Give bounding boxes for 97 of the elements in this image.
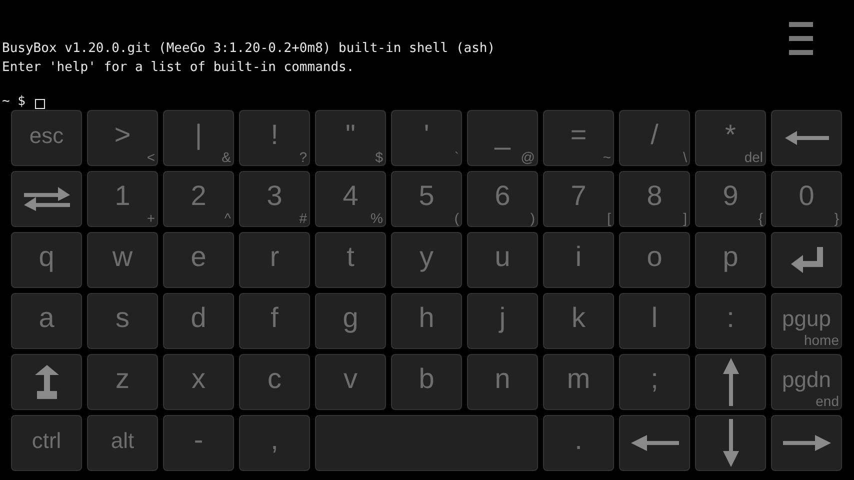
secondary-label: %	[370, 211, 383, 225]
key[interactable]: 0 }	[771, 171, 842, 227]
cursor-icon	[35, 98, 46, 108]
secondary-label: {	[758, 211, 763, 225]
key[interactable]: k	[543, 293, 614, 349]
key[interactable]: " $	[315, 110, 386, 166]
backspace-key[interactable]	[771, 110, 842, 166]
key[interactable]: _ @	[467, 110, 538, 166]
backspace-icon	[784, 131, 828, 145]
secondary-label: )	[530, 211, 535, 225]
key[interactable]: d	[163, 293, 234, 349]
secondary-label: [	[607, 211, 611, 225]
secondary-label: <	[146, 150, 155, 164]
key[interactable]: ;	[619, 354, 690, 410]
key[interactable]: i	[543, 232, 614, 288]
secondary-label: ~	[602, 150, 611, 164]
secondary-label: #	[299, 211, 307, 225]
key[interactable]: j	[467, 293, 538, 349]
key[interactable]: 2 ^	[163, 171, 234, 227]
key[interactable]: u	[467, 232, 538, 288]
enter-key[interactable]	[771, 232, 842, 288]
key[interactable]: b	[391, 354, 462, 410]
key[interactable]: x	[163, 354, 234, 410]
key[interactable]: c	[239, 354, 310, 410]
secondary-label: ^	[224, 211, 231, 225]
shift-icon	[34, 365, 58, 399]
tab-key[interactable]	[11, 171, 82, 227]
secondary-label: @	[520, 150, 535, 164]
key[interactable]: a	[11, 293, 82, 349]
up-arrow-icon	[722, 358, 738, 406]
key[interactable]: o	[619, 232, 690, 288]
key[interactable]: = ~	[543, 110, 614, 166]
key[interactable]: esc	[11, 110, 82, 166]
key[interactable]: 3 #	[239, 171, 310, 227]
key[interactable]: s	[87, 293, 158, 349]
enter-icon	[790, 247, 822, 273]
secondary-label: +	[146, 211, 155, 225]
key[interactable]: pgup home	[771, 293, 842, 349]
terminal-line: Enter 'help' for a list of built-in commands.	[2, 59, 354, 77]
secondary-label: del	[744, 150, 763, 164]
right-arrow-icon	[782, 435, 830, 451]
key[interactable]: m	[543, 354, 614, 410]
key[interactable]: 6 )	[467, 171, 538, 227]
key[interactable]: z	[87, 354, 158, 410]
key[interactable]: .	[543, 415, 614, 471]
key[interactable]: pgdn end	[771, 354, 842, 410]
key[interactable]: g	[315, 293, 386, 349]
key[interactable]: f	[239, 293, 310, 349]
key[interactable]: ,	[239, 415, 310, 471]
key[interactable]: 9 {	[695, 171, 766, 227]
secondary-label: &	[222, 150, 231, 164]
secondary-label: (	[454, 211, 459, 225]
right-key[interactable]	[771, 415, 842, 471]
key[interactable]: ctrl	[11, 415, 82, 471]
secondary-label: end	[816, 394, 839, 408]
key[interactable]: 1 +	[87, 171, 158, 227]
key[interactable]: v	[315, 354, 386, 410]
key[interactable]: 5 (	[391, 171, 462, 227]
key[interactable]: * del	[695, 110, 766, 166]
key[interactable]: | &	[163, 110, 234, 166]
menu-icon[interactable]	[789, 22, 813, 55]
secondary-label: $	[375, 150, 383, 164]
key[interactable]: 8 ]	[619, 171, 690, 227]
left-key[interactable]	[619, 415, 690, 471]
down-key[interactable]	[695, 415, 766, 471]
key[interactable]: 4 %	[315, 171, 386, 227]
secondary-label: }	[834, 211, 839, 225]
key[interactable]: -	[163, 415, 234, 471]
key[interactable]: alt	[87, 415, 158, 471]
key[interactable]: > <	[87, 110, 158, 166]
key[interactable]: e	[163, 232, 234, 288]
key[interactable]: n	[467, 354, 538, 410]
down-arrow-icon	[722, 419, 738, 467]
left-arrow-icon	[630, 435, 678, 451]
secondary-label: ?	[299, 150, 307, 164]
shell-prompt: ~ $	[2, 93, 26, 111]
terminal-line: BusyBox v1.20.0.git (MeeGo 3:1.20-0.2+0m8) built-in shell (ash)	[2, 40, 496, 58]
key[interactable]: w	[87, 232, 158, 288]
key[interactable]: :	[695, 293, 766, 349]
key[interactable]: h	[391, 293, 462, 349]
key[interactable]: l	[619, 293, 690, 349]
up-key[interactable]	[695, 354, 766, 410]
key[interactable]: q	[11, 232, 82, 288]
secondary-label: ]	[683, 211, 687, 225]
key[interactable]: / \	[619, 110, 690, 166]
key[interactable]: p	[695, 232, 766, 288]
key[interactable]: 7 [	[543, 171, 614, 227]
secondary-label: `	[454, 150, 459, 164]
key[interactable]: y	[391, 232, 462, 288]
secondary-label: \	[683, 150, 687, 164]
key[interactable]: ' `	[391, 110, 462, 166]
key[interactable]: ! ?	[239, 110, 310, 166]
shift-key[interactable]	[11, 354, 82, 410]
swap-arrows-icon	[24, 187, 70, 211]
key[interactable]: r	[239, 232, 310, 288]
secondary-label: home	[804, 333, 839, 347]
key[interactable]: t	[315, 232, 386, 288]
